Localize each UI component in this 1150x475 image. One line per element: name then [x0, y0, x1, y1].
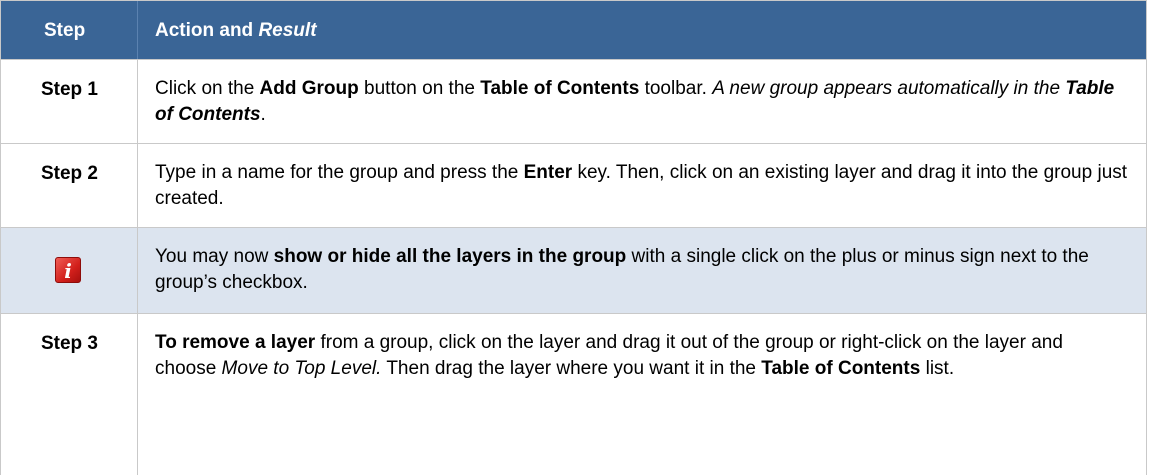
text-run: Table of Contents — [761, 358, 921, 379]
action-text: Type in a name for the group and press t… — [155, 160, 1128, 212]
step-label: Step 1 — [40, 79, 99, 100]
text-run: . — [260, 104, 266, 125]
info-icon: i — [55, 257, 81, 283]
text-run: button on the — [358, 78, 481, 99]
table-header-row: Step Action and Result — [1, 0, 1146, 59]
text-run: show or hide all the layers in the group — [273, 246, 627, 267]
text-run: toolbar. — [639, 78, 713, 99]
action-cell: Click on the Add Group button on the Tab… — [138, 60, 1146, 143]
text-run: A new group appears automatically in the — [712, 78, 1066, 99]
action-text: To remove a layer from a group, click on… — [155, 330, 1128, 382]
note-text-cell: You may now show or hide all the layers … — [138, 228, 1146, 313]
text-run: Then drag the layer where you want it in… — [381, 358, 762, 379]
header-step-label: Step — [44, 20, 86, 41]
text-run: To remove a layer — [155, 332, 316, 353]
table-row: Step 1 Click on the Add Group button on … — [1, 59, 1146, 143]
table-row: Step 3 To remove a layer from a group, c… — [1, 313, 1146, 475]
step-cell: Step 1 — [1, 60, 138, 143]
header-step-cell: Step — [1, 1, 138, 59]
header-action-text: Action and — [155, 20, 259, 41]
note-icon-cell: i — [1, 228, 138, 313]
text-run: You may now — [155, 246, 274, 267]
text-run: Type in a name for the group and press t… — [155, 162, 524, 183]
text-run: Enter — [523, 162, 573, 183]
action-cell: To remove a layer from a group, click on… — [138, 314, 1146, 475]
text-run: Add Group — [259, 78, 359, 99]
action-text: Click on the Add Group button on the Tab… — [155, 76, 1128, 128]
table-row: Step 2 Type in a name for the group and … — [1, 143, 1146, 227]
step-label: Step 3 — [40, 333, 99, 354]
text-run: Table of Contents — [480, 78, 640, 99]
note-text: You may now show or hide all the layers … — [155, 244, 1128, 296]
header-action-cell: Action and Result — [138, 1, 1146, 59]
text-run: Click on the — [155, 78, 260, 99]
action-cell: Type in a name for the group and press t… — [138, 144, 1146, 227]
header-result-text: Result — [258, 20, 317, 41]
instructions-table: Step Action and Result Step 1 Click on t… — [0, 0, 1147, 475]
step-cell: Step 2 — [1, 144, 138, 227]
step-cell: Step 3 — [1, 314, 138, 475]
text-run: list. — [920, 358, 955, 379]
header-action-label: Action and Result — [155, 20, 317, 42]
note-row: i You may now show or hide all the layer… — [1, 227, 1146, 313]
text-run: Move to Top Level. — [221, 358, 382, 379]
step-label: Step 2 — [40, 163, 99, 184]
